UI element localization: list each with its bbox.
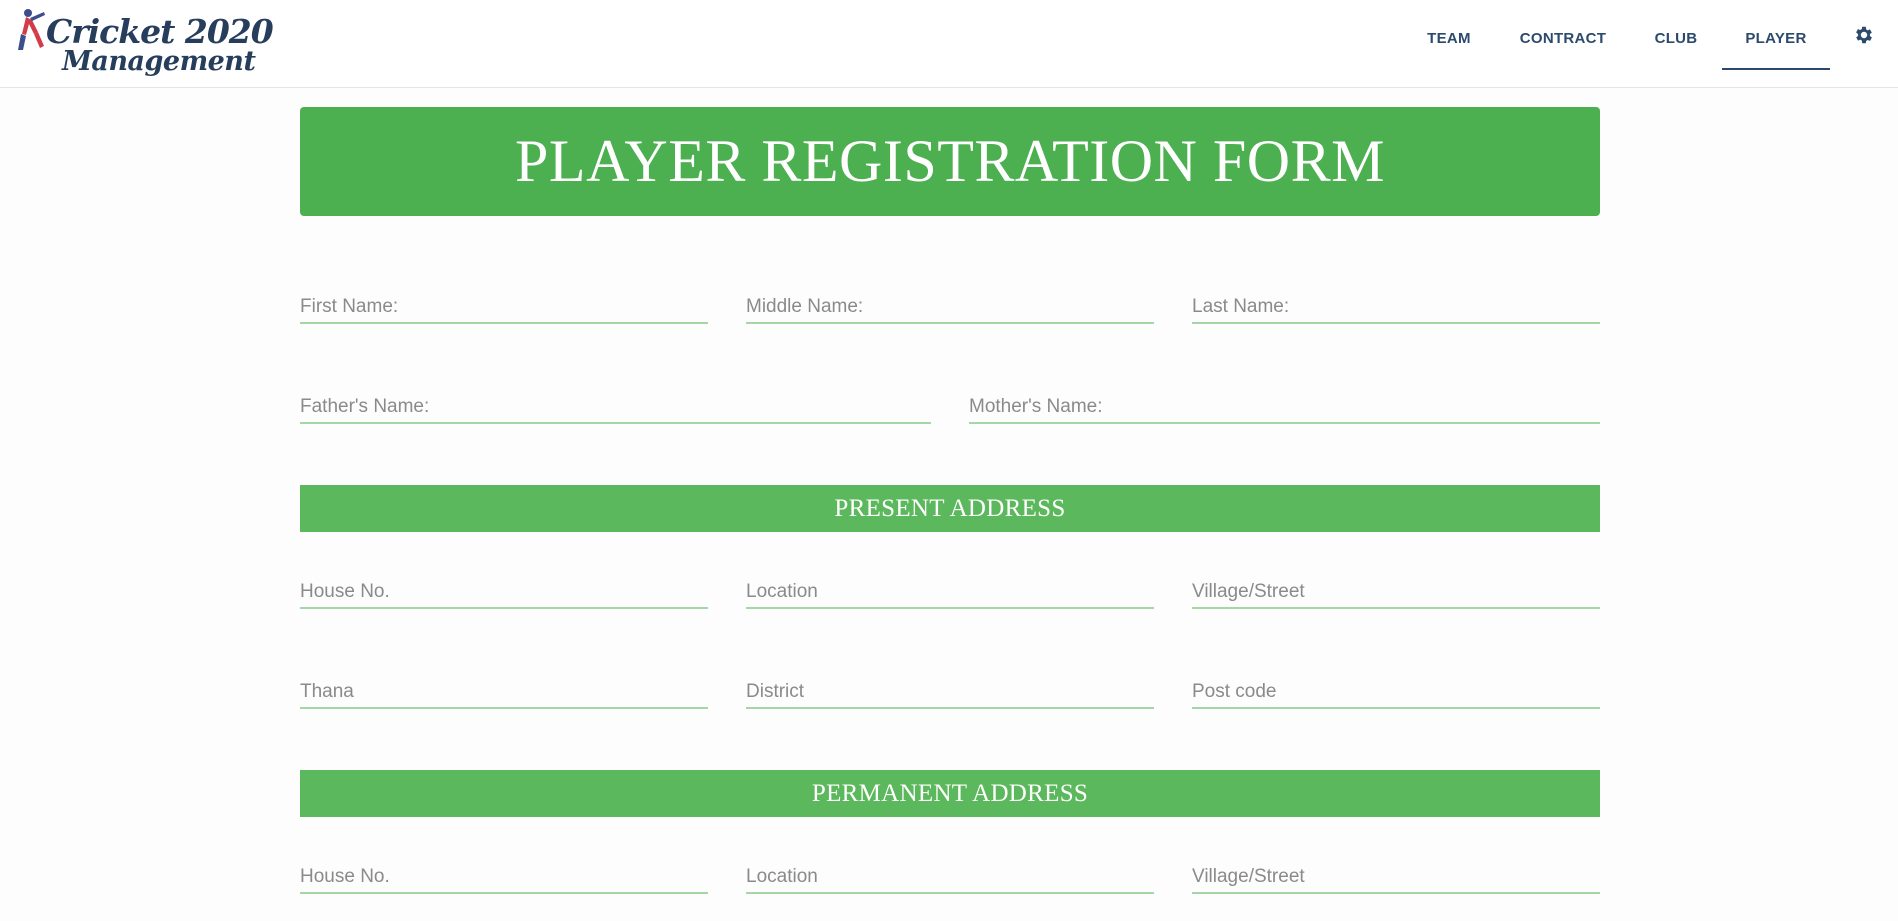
nav-club[interactable]: CLUB (1636, 0, 1716, 70)
form-title: PLAYER REGISTRATION FORM (515, 128, 1385, 194)
form-title-banner: PLAYER REGISTRATION FORM (300, 107, 1600, 216)
present-village-street-input[interactable] (1192, 577, 1600, 609)
permanent-address-heading: PERMANENT ADDRESS (300, 770, 1600, 817)
navbar: Cricket 2020 Management TEAM CONTRACT CL… (0, 0, 1898, 88)
nav-player[interactable]: PLAYER (1722, 0, 1830, 70)
present-post-code-input[interactable] (1192, 677, 1600, 709)
father-name-input[interactable] (300, 392, 931, 424)
present-location-input[interactable] (746, 577, 1154, 609)
nav-contract[interactable]: CONTRACT (1510, 0, 1616, 70)
present-address-label: PRESENT ADDRESS (834, 494, 1066, 522)
permanent-location-input[interactable] (746, 862, 1154, 894)
last-name-input[interactable] (1192, 292, 1600, 324)
logo-subtitle: Management (62, 46, 256, 77)
permanent-address-label: PERMANENT ADDRESS (811, 779, 1089, 807)
present-thana-input[interactable] (300, 677, 708, 709)
mother-name-input[interactable] (969, 392, 1600, 424)
gear-icon[interactable] (1853, 24, 1875, 46)
present-address-heading: PRESENT ADDRESS (300, 485, 1600, 532)
present-house-no-input[interactable] (300, 577, 708, 609)
present-district-input[interactable] (746, 677, 1154, 709)
middle-name-input[interactable] (746, 292, 1154, 324)
brand-logo[interactable]: Cricket 2020 Management (16, 8, 274, 80)
permanent-village-street-input[interactable] (1192, 862, 1600, 894)
nav-team[interactable]: TEAM (1408, 0, 1490, 70)
permanent-house-no-input[interactable] (300, 862, 708, 894)
first-name-input[interactable] (300, 292, 708, 324)
